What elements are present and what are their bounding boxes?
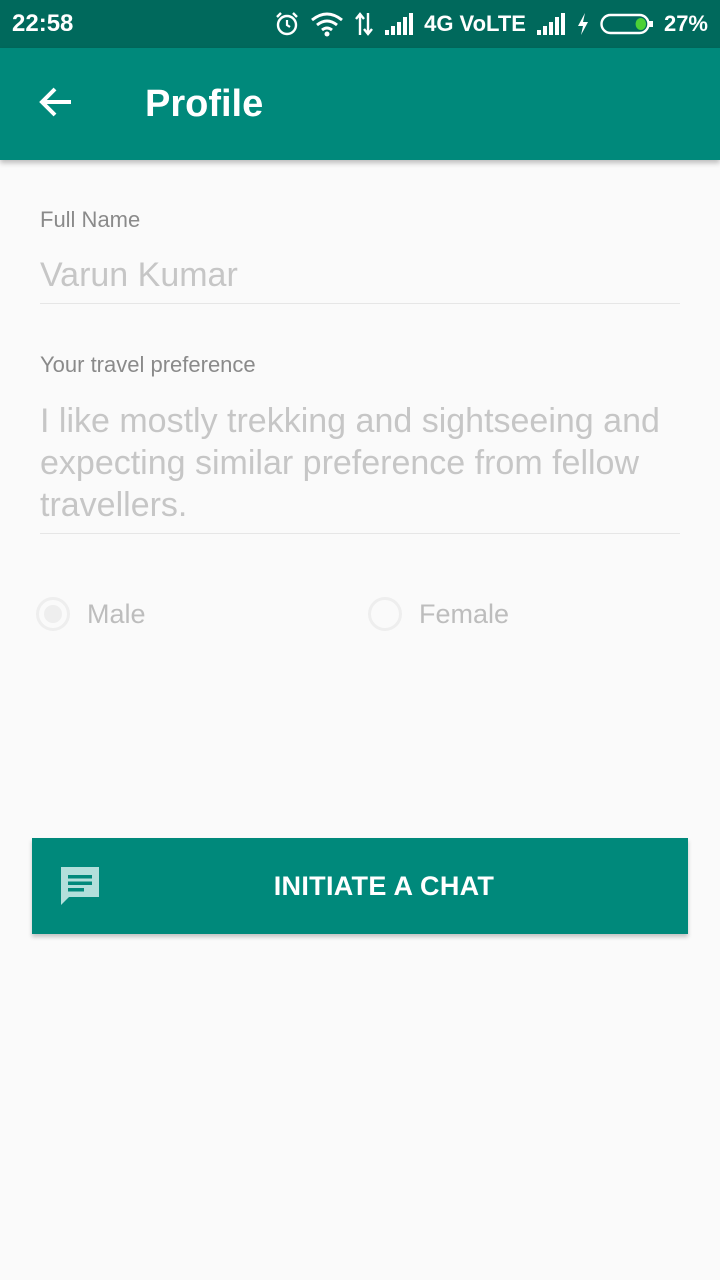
- radio-female[interactable]: Female: [368, 597, 509, 631]
- full-name-field[interactable]: Varun Kumar: [40, 254, 680, 304]
- app-bar: Profile: [0, 48, 720, 160]
- back-button[interactable]: [24, 76, 88, 132]
- radio-male-label: Male: [87, 598, 146, 629]
- full-name-label: Full Name: [40, 207, 141, 232]
- radio-unchecked-icon: [368, 597, 402, 631]
- radio-female-label: Female: [419, 598, 510, 629]
- initiate-chat-button[interactable]: INITIATE A CHAT: [32, 838, 688, 934]
- signal-icon: [536, 12, 566, 36]
- battery-icon: [600, 12, 654, 36]
- initiate-chat-label: INITIATE A CHAT: [273, 870, 495, 901]
- network-type-label: 4G VoLTE: [424, 11, 526, 36]
- battery-percent: 27%: [663, 11, 708, 36]
- alarm-icon: [274, 11, 300, 37]
- status-bar: 22:58 4G VoLTE 27%: [0, 0, 720, 48]
- wifi-icon: [310, 11, 344, 37]
- radio-checked-icon: [36, 597, 70, 631]
- charging-icon: [576, 12, 590, 36]
- signal-icon: [384, 12, 414, 36]
- travel-preference-label: Your travel preference: [40, 352, 256, 377]
- status-time: 22:58: [12, 10, 74, 37]
- page-title: Profile: [145, 83, 264, 125]
- travel-preference-field[interactable]: I like mostly trekking and sightseeing a…: [40, 400, 680, 534]
- data-arrows-icon: [354, 11, 374, 37]
- radio-male[interactable]: Male: [36, 597, 146, 631]
- arrow-back-icon: [38, 84, 74, 125]
- status-icons: 4G VoLTE 27%: [274, 11, 708, 37]
